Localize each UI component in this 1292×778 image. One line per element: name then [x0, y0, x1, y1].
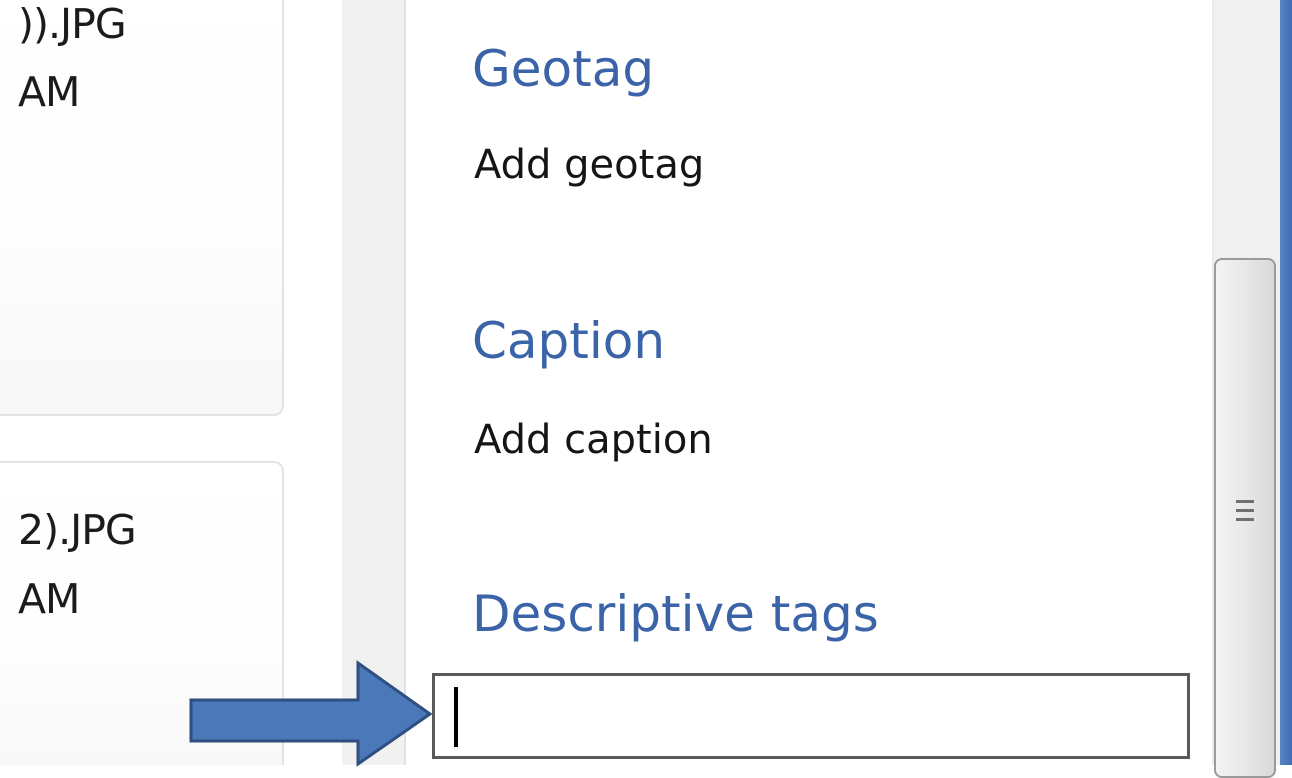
window-frame-edge — [1280, 0, 1292, 765]
add-caption-link[interactable]: Add caption — [474, 417, 713, 463]
thumbnail-filename: )).JPG — [18, 0, 127, 48]
thumbnail-list: )).JPG AM 2).JPG AM — [0, 0, 342, 765]
descriptive-tags-input[interactable] — [432, 673, 1190, 759]
caption-heading: Caption — [472, 312, 666, 370]
add-geotag-link[interactable]: Add geotag — [474, 142, 704, 188]
text-cursor — [454, 687, 458, 747]
annotation-arrow-shape — [189, 660, 433, 767]
thumbnail-time: AM — [18, 575, 80, 623]
thumbnail-time: AM — [18, 68, 80, 116]
thumbnail-filename: 2).JPG — [18, 506, 137, 554]
thumbnail-card-1[interactable]: )).JPG AM — [0, 0, 284, 416]
geotag-heading: Geotag — [472, 40, 655, 98]
grip-lines-icon — [1236, 500, 1254, 526]
arrow-right-icon — [189, 660, 433, 767]
details-pane: Geotag Add geotag Caption Add caption De… — [416, 0, 1212, 765]
descriptive-tags-heading: Descriptive tags — [472, 585, 879, 643]
pane-separator[interactable] — [342, 0, 406, 765]
